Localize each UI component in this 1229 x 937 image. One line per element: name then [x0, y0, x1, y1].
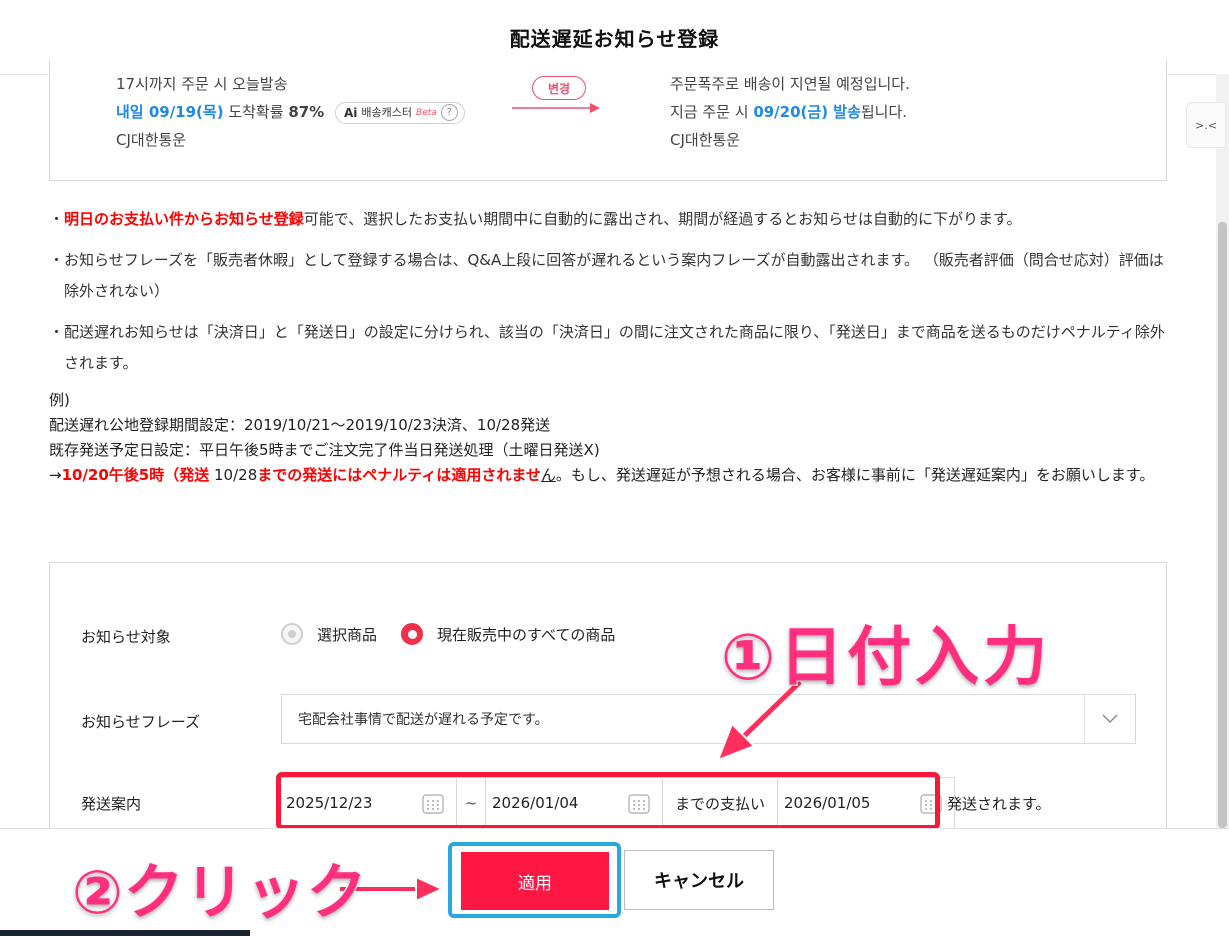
radio-all-products[interactable]: [401, 623, 424, 645]
example-heading: 例): [49, 391, 70, 409]
notice-list: ・ 明日のお支払い件からお知らせ登録可能で、選択したお支払い期間中に自動的に露出…: [49, 204, 1174, 389]
annotation-step1: ①日付入力: [719, 620, 1052, 697]
target-label: お知らせ対象: [81, 628, 171, 646]
preview-before-pct: 87%: [288, 103, 325, 121]
preview-before-line1: 17시까지 주문 시 오늘발송: [116, 75, 288, 93]
notice-text: 可能で、選択したお支払い期間中に自動的に露出され、期間が経過するとお知らせは自動…: [303, 210, 1022, 228]
target-radio-group: 選択商品 現在販売中のすべての商品: [281, 623, 615, 645]
ship-suffix-text: 発送されます。: [947, 795, 1051, 813]
preview-before-line2: 내일 09/19(목) 도착확률 87% Ai 배송캐스터 Beta ?: [116, 98, 465, 126]
scrollbar-thumb[interactable]: [1218, 222, 1227, 828]
preview-before: 17시까지 주문 시 오늘발송 내일 09/19(목) 도착확률 87% Ai …: [116, 70, 465, 154]
chevron-down-icon[interactable]: [1084, 695, 1135, 743]
example-plain: 10/28: [209, 466, 258, 484]
arrow-right-icon: [512, 103, 600, 113]
notice-text: 配送遅れお知らせは「決済日」と「発送日」の設定に分けられ、該当の「決済日」の間に…: [64, 323, 1165, 372]
bullet: ・: [49, 210, 65, 228]
radio-label-all-products[interactable]: 現在販売中のすべての商品: [437, 624, 615, 645]
example-red: までの発送にはペナルティは適用されませ: [257, 466, 541, 484]
example-line: 配送遅れ公地登録期間設定：2019/10/21～2019/10/23決済、10/…: [49, 416, 551, 434]
radio-selected-products[interactable]: [281, 623, 303, 645]
notice-item: ・ お知らせフレーズを「販売者休暇」として登録する場合は、Q&A上段に回答が遅れ…: [49, 245, 1174, 307]
example-block: 例) 配送遅れ公地登録期間設定：2019/10/21～2019/10/23決済、…: [49, 388, 1174, 488]
shipping-label: 発送案内: [81, 795, 142, 813]
phrase-select-value: 宅配会社事情で配送が遅れる予定です。: [298, 712, 549, 728]
radio-label-selected-products[interactable]: 選択商品: [317, 624, 377, 645]
example-red: 10/20午後5時（発送: [61, 466, 210, 484]
delay-preview-box: 17시까지 주문 시 오늘발송 내일 09/19(목) 도착확률 87% Ai …: [49, 60, 1167, 181]
notice-item: ・ 明日のお支払い件からお知らせ登録可能で、選択したお支払い期間中に自動的に露出…: [49, 204, 1174, 235]
cancel-button[interactable]: キャンセル: [624, 850, 774, 910]
change-indicator: 변경: [512, 76, 602, 136]
preview-before-carrier: CJ대한통운: [116, 131, 187, 149]
example-line: 既存発送予定日設定：平日午後5時までご注文完了件当日発送処理（土曜日発送X): [49, 441, 600, 459]
example-rest: 。もし、発送遅延が予想される場合、お客様に事前に「発送遅延案内」をお願いします。: [555, 466, 1155, 484]
preview-before-date: 내일 09/19(목): [116, 103, 224, 121]
example-arrow: →: [49, 466, 62, 484]
notice-text: お知らせフレーズを「販売者休暇」として登録する場合は、Q&A上段に回答が遅れると…: [64, 251, 1164, 300]
ai-badge-beta: Beta: [416, 107, 437, 118]
background-strip: [0, 930, 250, 936]
preview-after-pre: 지금 주문 시: [670, 103, 754, 121]
preview-after-carrier: CJ대한통운: [670, 131, 741, 149]
notice-item: ・ 配送遅れお知らせは「決済日」と「発送日」の設定に分けられ、該当の「決済日」の…: [49, 317, 1174, 379]
preview-after-line1: 주문폭주로 배송이 지연될 예정입니다.: [670, 75, 910, 93]
modal-title: 配送遅延お知らせ登録: [509, 26, 720, 51]
bullet: ・: [49, 323, 65, 341]
preview-before-mid: 도착확률: [223, 103, 289, 121]
bullet: ・: [49, 251, 65, 269]
phrase-label: お知らせフレーズ: [81, 713, 200, 731]
apply-button[interactable]: 適用: [461, 852, 609, 910]
help-icon[interactable]: ?: [440, 104, 458, 121]
ai-delivery-caster-badge[interactable]: Ai 배송캐스터 Beta ?: [335, 101, 465, 124]
example-underline: ん: [540, 466, 556, 484]
side-tab[interactable]: >.<: [1186, 102, 1226, 148]
example-conclusion: →10/20午後5時（発送 10/28までの発送にはペナルティは適用されません。…: [49, 463, 1174, 488]
annotation-step2: ②クリック: [71, 857, 369, 930]
ai-badge-ai: Ai: [344, 105, 358, 120]
preview-after-date: 09/20(금) 발송: [753, 103, 861, 121]
preview-after-line2: 지금 주문 시 09/20(금) 발송됩니다.: [670, 98, 910, 126]
preview-after-post: 됩니다.: [860, 103, 908, 121]
date-highlight-box: [276, 772, 940, 830]
change-badge: 변경: [532, 76, 586, 100]
ai-badge-text: 배송캐스터: [361, 105, 413, 119]
preview-after: 주문폭주로 배송이 지연될 예정입니다. 지금 주문 시 09/20(금) 발송…: [670, 70, 910, 154]
notice-highlight: 明日のお支払い件からお知らせ登録: [64, 210, 304, 228]
